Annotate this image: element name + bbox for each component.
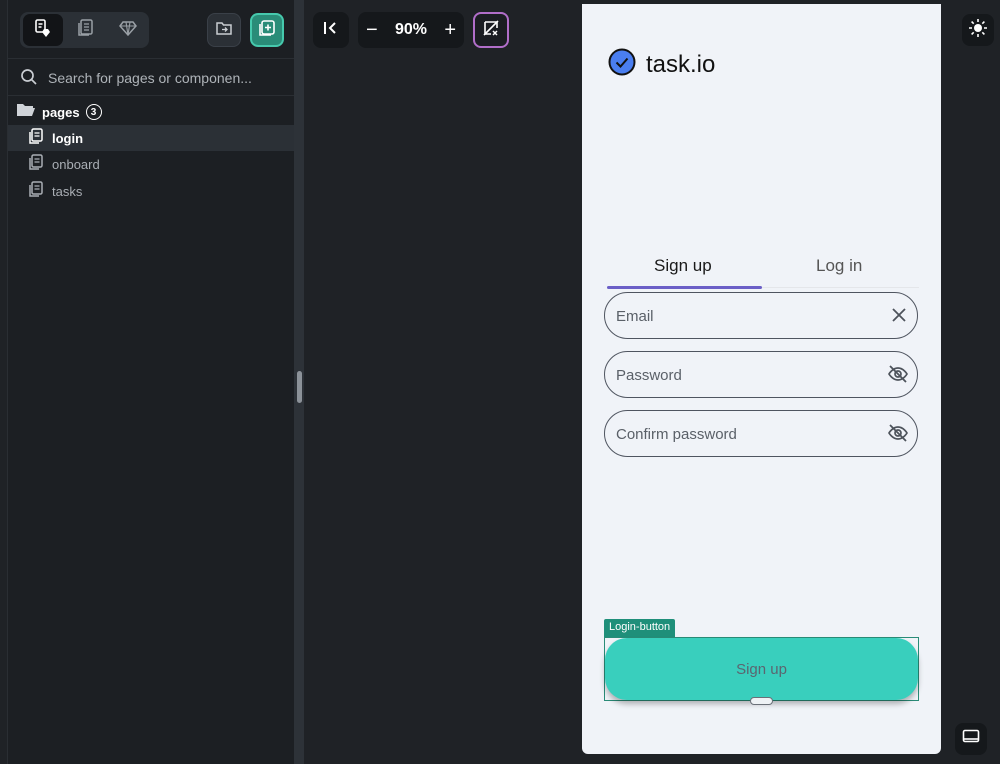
search-input[interactable] (48, 67, 288, 89)
pages-count-badge: 3 (85, 104, 102, 120)
page-icon (28, 127, 44, 149)
page-component-icon (33, 18, 53, 43)
page-item-label: onboard (52, 156, 100, 172)
eye-off-icon[interactable] (887, 422, 909, 449)
selection-tag: Login-button (604, 619, 676, 637)
monitor-icon (962, 729, 980, 750)
diamond-icon (118, 18, 138, 43)
panel-resize-handle[interactable] (297, 371, 302, 403)
email-input[interactable] (616, 305, 876, 327)
active-tab-indicator (607, 286, 762, 289)
signup-button[interactable]: Sign up (605, 638, 918, 700)
password-input[interactable] (616, 364, 876, 386)
pages-folder-label: pages (42, 104, 80, 120)
add-page-icon (257, 18, 277, 43)
button-resize-handle[interactable] (750, 697, 773, 705)
theme-toggle-button[interactable] (962, 14, 994, 46)
page-item-label: tasks (52, 183, 83, 199)
confirm-password-input[interactable] (616, 423, 876, 445)
tab-page-components[interactable] (23, 14, 63, 46)
no-code-toggle-button[interactable] (473, 12, 509, 48)
eye-off-icon[interactable] (887, 363, 909, 390)
brand-name: task.io (646, 50, 716, 78)
tab-components[interactable] (108, 14, 148, 46)
email-field (604, 292, 918, 339)
add-page-button[interactable] (250, 13, 284, 47)
page-item-login[interactable]: login (8, 125, 294, 151)
folder-open-icon (16, 102, 36, 123)
magic-edit-icon (481, 18, 501, 43)
pages-icon (76, 18, 96, 43)
zoom-level: 90% (394, 21, 428, 38)
tab-sign-up[interactable]: Sign up (654, 256, 712, 276)
page-item-onboard[interactable]: onboard (8, 151, 294, 177)
pages-folder-header[interactable]: pages 3 (16, 102, 102, 122)
clear-icon[interactable] (890, 306, 908, 329)
search-icon (20, 68, 38, 91)
page-item-tasks[interactable]: tasks (8, 178, 294, 204)
page-item-label: login (52, 130, 84, 146)
password-field (604, 351, 918, 398)
device-preview-button[interactable] (955, 723, 987, 755)
tab-log-in[interactable]: Log in (816, 256, 862, 276)
page-icon (28, 153, 44, 175)
panel-view-toggle (20, 12, 149, 48)
check-circle-icon (608, 48, 636, 81)
zoom-in-button[interactable]: + (444, 20, 456, 40)
tab-pages[interactable] (66, 14, 106, 46)
zoom-out-button[interactable]: − (366, 20, 378, 40)
zoom-controls: − 90% + (358, 12, 464, 48)
page-icon (28, 180, 44, 202)
collapse-panel-button[interactable] (313, 12, 349, 48)
collapse-left-icon (322, 19, 340, 42)
search-bar (8, 58, 294, 96)
new-folder-button[interactable] (207, 13, 241, 47)
sun-icon (968, 18, 988, 43)
confirm-password-field (604, 410, 918, 457)
folder-add-icon (215, 19, 233, 42)
brand: task.io (608, 48, 715, 81)
